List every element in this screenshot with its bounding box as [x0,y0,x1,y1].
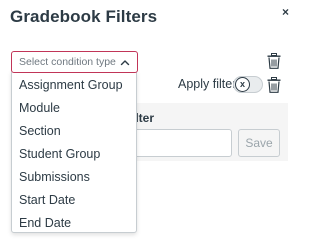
x-icon: x [235,77,250,92]
dialog-title: Gradebook Filters [10,7,158,26]
menu-item-student-group[interactable]: Student Group [19,147,100,161]
trash-icon[interactable] [267,53,281,69]
menu-item-module[interactable]: Module [19,101,60,115]
menu-item-start-date[interactable]: Start Date [19,193,75,207]
trash-icon[interactable] [267,77,281,93]
menu-item-end-date[interactable]: End Date [19,216,71,230]
menu-item-submissions[interactable]: Submissions [19,170,90,184]
save-button[interactable]: Save [238,129,280,157]
select-placeholder: Select condition type [19,56,116,68]
menu-item-assignment-group[interactable]: Assignment Group [19,78,123,92]
filter-name-input[interactable] [128,129,232,157]
chevron-up-icon [120,55,130,66]
condition-type-menu: Assignment Group Module Section Student … [11,70,137,233]
close-icon[interactable]: × [282,5,289,19]
apply-filter-label: Apply filter [178,77,237,91]
menu-item-section[interactable]: Section [19,124,61,138]
condition-type-select[interactable]: Select condition type [11,51,138,73]
apply-filter-toggle[interactable]: x [233,76,263,93]
